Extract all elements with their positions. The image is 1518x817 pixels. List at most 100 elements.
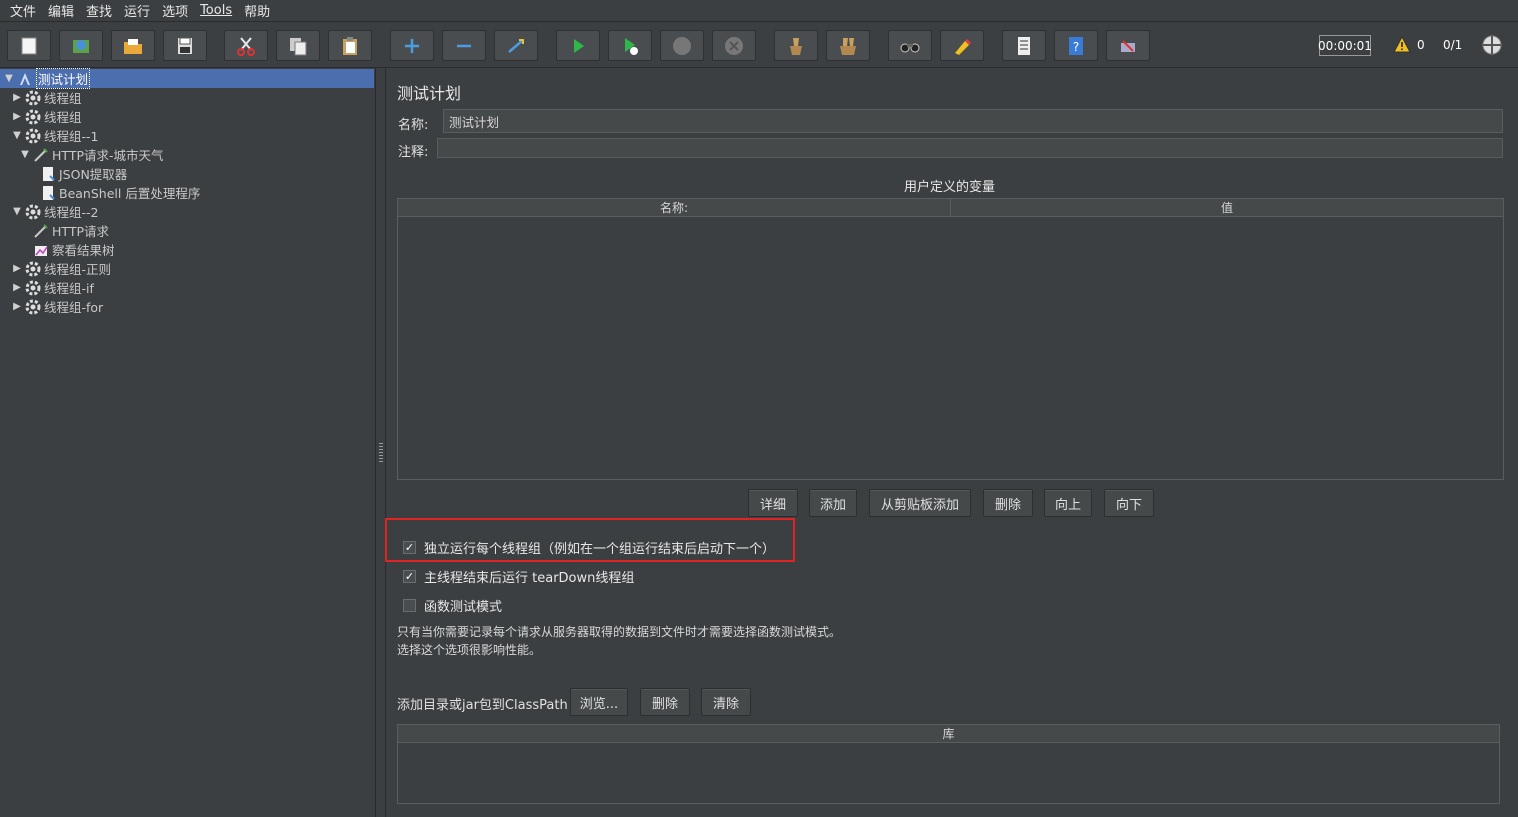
expand-arrow-icon[interactable]: ▼ bbox=[20, 149, 30, 160]
menu-bar: 文件 编辑 查找 运行 选项 Tools 帮助 bbox=[0, 0, 1518, 22]
tree-item-thread-group-for[interactable]: ▶ 线程组-for bbox=[12, 297, 103, 316]
post-processor-icon bbox=[43, 166, 55, 181]
expand-icon bbox=[405, 38, 419, 53]
tree-item-thread-group-1[interactable]: ▼ 线程组--1 bbox=[12, 126, 98, 145]
move-up-button[interactable]: 向上 bbox=[1044, 489, 1092, 517]
tree-item-json-extractor[interactable]: JSON提取器 bbox=[40, 164, 127, 183]
column-library[interactable]: 库 bbox=[398, 725, 1499, 742]
expand-button[interactable] bbox=[390, 30, 434, 61]
clear-all-icon bbox=[840, 37, 856, 55]
menu-run[interactable]: 运行 bbox=[118, 1, 156, 20]
collapsed-arrow-icon[interactable]: ▶ bbox=[12, 92, 22, 103]
performance-warning: 选择这个选项很影响性能。 bbox=[397, 643, 542, 657]
paste-button[interactable] bbox=[328, 30, 372, 61]
add-from-clipboard-button[interactable]: 从剪贴板添加 bbox=[869, 489, 971, 517]
menu-help[interactable]: 帮助 bbox=[238, 1, 276, 20]
functional-checkbox[interactable] bbox=[403, 599, 416, 612]
cut-button[interactable] bbox=[224, 30, 268, 61]
clear-button[interactable] bbox=[774, 30, 818, 61]
shutdown-button[interactable] bbox=[712, 30, 756, 61]
classpath-library-table[interactable]: 库 bbox=[397, 724, 1500, 804]
reset-search-icon bbox=[955, 38, 971, 55]
tree-item-label: 测试计划 bbox=[36, 68, 91, 89]
thread-group-icon bbox=[25, 128, 41, 143]
clear-all-button[interactable] bbox=[826, 30, 870, 61]
listener-icon bbox=[35, 245, 48, 256]
serialize-checkbox[interactable]: ✓ bbox=[403, 541, 416, 554]
log-viewer-toggle[interactable] bbox=[1481, 34, 1503, 59]
menu-search[interactable]: 查找 bbox=[80, 1, 118, 20]
tree-item-thread-group-regex[interactable]: ▶ 线程组-正则 bbox=[12, 259, 111, 278]
add-button[interactable]: 添加 bbox=[809, 489, 857, 517]
search-button[interactable] bbox=[888, 30, 932, 61]
menu-edit[interactable]: 编辑 bbox=[42, 1, 80, 20]
function-helper-button[interactable] bbox=[1002, 30, 1046, 61]
function-helper-icon bbox=[1018, 36, 1030, 55]
user-variables-table[interactable]: 名称: 值 bbox=[397, 198, 1504, 480]
thread-group-icon bbox=[25, 204, 41, 219]
shutdown-icon bbox=[725, 36, 743, 55]
thread-group-icon bbox=[25, 261, 41, 276]
tree-item-test-plan[interactable]: ▼ 测试计划 bbox=[0, 68, 374, 89]
comment-label: 注释: bbox=[398, 145, 429, 160]
collapsed-arrow-icon[interactable]: ▶ bbox=[12, 282, 22, 293]
tree-item-label: 线程组-for bbox=[44, 300, 104, 315]
remote-button[interactable] bbox=[1106, 30, 1150, 61]
column-value[interactable]: 值 bbox=[951, 199, 1503, 216]
help-button[interactable]: ? bbox=[1054, 30, 1098, 61]
thread-group-icon bbox=[25, 280, 41, 295]
splitter-grip[interactable] bbox=[379, 443, 383, 463]
tree-item-http-request-weather[interactable]: ▼ HTTP请求-城市天气 bbox=[20, 145, 164, 164]
collapse-button[interactable] bbox=[442, 30, 486, 61]
expand-arrow-icon[interactable]: ▼ bbox=[4, 73, 14, 84]
functional-mode-description: 只有当你需要记录每个请求从服务器取得的数据到文件时才需要选择函数测试模式。 bbox=[397, 625, 842, 639]
browse-button[interactable]: 浏览... bbox=[570, 688, 628, 716]
menu-file[interactable]: 文件 bbox=[4, 1, 42, 20]
user-variables-title: 用户定义的变量 bbox=[904, 180, 996, 195]
tree-item-thread-group[interactable]: ▶ 线程组 bbox=[12, 107, 82, 126]
table-header: 名称: 值 bbox=[398, 199, 1503, 217]
classpath-delete-button[interactable]: 删除 bbox=[640, 688, 690, 716]
functional-mode-option[interactable]: 函数测试模式 bbox=[403, 596, 502, 615]
comment-input[interactable] bbox=[437, 138, 1503, 158]
start-no-pause-icon bbox=[625, 37, 638, 55]
new-button[interactable] bbox=[7, 30, 51, 61]
tree-item-view-results-tree[interactable]: 察看结果树 bbox=[33, 240, 115, 259]
tree-item-thread-group[interactable]: ▶ 线程组 bbox=[12, 88, 82, 107]
expand-arrow-icon[interactable]: ▼ bbox=[12, 206, 22, 217]
serialize-label: 独立运行每个线程组（例如在一个组运行结束后启动下一个） bbox=[424, 542, 776, 557]
collapsed-arrow-icon[interactable]: ▶ bbox=[12, 263, 22, 274]
start-button[interactable] bbox=[556, 30, 600, 61]
thread-group-icon bbox=[25, 90, 41, 105]
delete-button[interactable]: 删除 bbox=[983, 489, 1033, 517]
collapsed-arrow-icon[interactable]: ▶ bbox=[12, 301, 22, 312]
reset-search-button[interactable] bbox=[940, 30, 984, 61]
classpath-clear-button[interactable]: 清除 bbox=[701, 688, 751, 716]
teardown-option[interactable]: ✓ 主线程结束后运行 tearDown线程组 bbox=[403, 567, 634, 586]
expand-arrow-icon[interactable]: ▼ bbox=[12, 130, 22, 141]
tree-item-thread-group-2[interactable]: ▼ 线程组--2 bbox=[12, 202, 98, 221]
tree-item-beanshell-postprocessor[interactable]: BeanShell 后置处理程序 bbox=[40, 183, 200, 202]
move-down-button[interactable]: 向下 bbox=[1104, 489, 1154, 517]
search-icon bbox=[900, 43, 920, 52]
detail-button[interactable]: 详细 bbox=[748, 489, 798, 517]
save-button[interactable] bbox=[163, 30, 207, 61]
tree-item-http-request[interactable]: HTTP请求 bbox=[33, 221, 109, 240]
collapsed-arrow-icon[interactable]: ▶ bbox=[12, 111, 22, 122]
tree-item-thread-group-if[interactable]: ▶ 线程组-if bbox=[12, 278, 94, 297]
warning-indicator[interactable]: 0 bbox=[1393, 36, 1425, 53]
copy-button[interactable] bbox=[276, 30, 320, 61]
panel-splitter[interactable] bbox=[376, 68, 386, 817]
start-no-pause-button[interactable] bbox=[608, 30, 652, 61]
teardown-checkbox[interactable]: ✓ bbox=[403, 570, 416, 583]
column-name[interactable]: 名称: bbox=[398, 199, 951, 216]
serialize-thread-groups-option[interactable]: ✓ 独立运行每个线程组（例如在一个组运行结束后启动下一个） bbox=[403, 538, 775, 557]
templates-button[interactable] bbox=[59, 30, 103, 61]
menu-options[interactable]: 选项 bbox=[156, 1, 194, 20]
tree-item-label: 线程组--2 bbox=[44, 205, 99, 220]
stop-button[interactable] bbox=[660, 30, 704, 61]
toggle-button[interactable] bbox=[494, 30, 538, 61]
open-button[interactable] bbox=[111, 30, 155, 61]
menu-tools[interactable]: Tools bbox=[194, 3, 238, 18]
name-input[interactable]: 测试计划 bbox=[443, 109, 1503, 133]
